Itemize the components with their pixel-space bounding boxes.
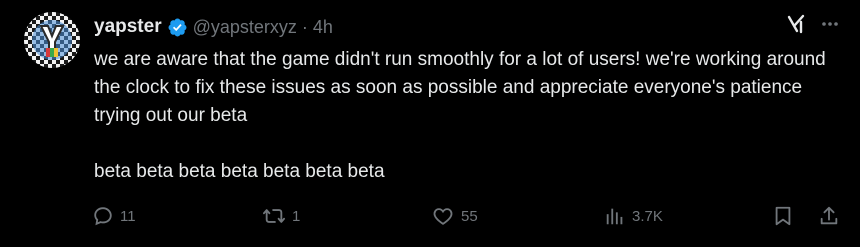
tweet-actions-bar: 11 1 55 3.7K — [0, 205, 860, 235]
more-options-icon[interactable] — [820, 14, 840, 39]
heart-icon — [433, 208, 453, 225]
avatar[interactable] — [24, 12, 80, 68]
bar-chart-icon — [606, 208, 623, 225]
repost-count: 1 — [292, 207, 301, 225]
share-icon — [820, 206, 838, 225]
separator-dot: · — [301, 16, 308, 37]
view-count: 3.7K — [632, 207, 663, 225]
tweet-text: we are aware that the game didn't run sm… — [94, 49, 826, 182]
repost-arrows-icon — [262, 209, 285, 223]
share-button[interactable] — [818, 205, 840, 227]
views-button[interactable]: 3.7K — [604, 205, 663, 227]
bookmark-button[interactable] — [772, 205, 794, 227]
bookmark-icon — [775, 206, 791, 226]
author-handle[interactable]: @yapsterxyz — [193, 17, 297, 38]
repost-button[interactable]: 1 — [262, 205, 300, 227]
like-count: 55 — [461, 207, 478, 225]
speech-bubble-icon — [94, 207, 112, 226]
reply-button[interactable]: 11 — [92, 205, 136, 227]
like-button[interactable]: 55 — [431, 205, 478, 227]
author-display-name[interactable]: yapster — [94, 16, 162, 38]
grok-icon[interactable] — [786, 14, 806, 39]
tweet-header: yapster @yapsterxyz · 4h — [94, 15, 333, 39]
verified-badge-icon — [168, 18, 187, 36]
tweet-timestamp[interactable]: 4h — [313, 17, 333, 38]
header-actions — [786, 14, 840, 39]
checkered-y-logo-icon — [24, 12, 80, 68]
reply-count: 11 — [120, 207, 136, 225]
tweet-card[interactable]: yapster @yapsterxyz · 4h we are aware th… — [0, 0, 860, 247]
